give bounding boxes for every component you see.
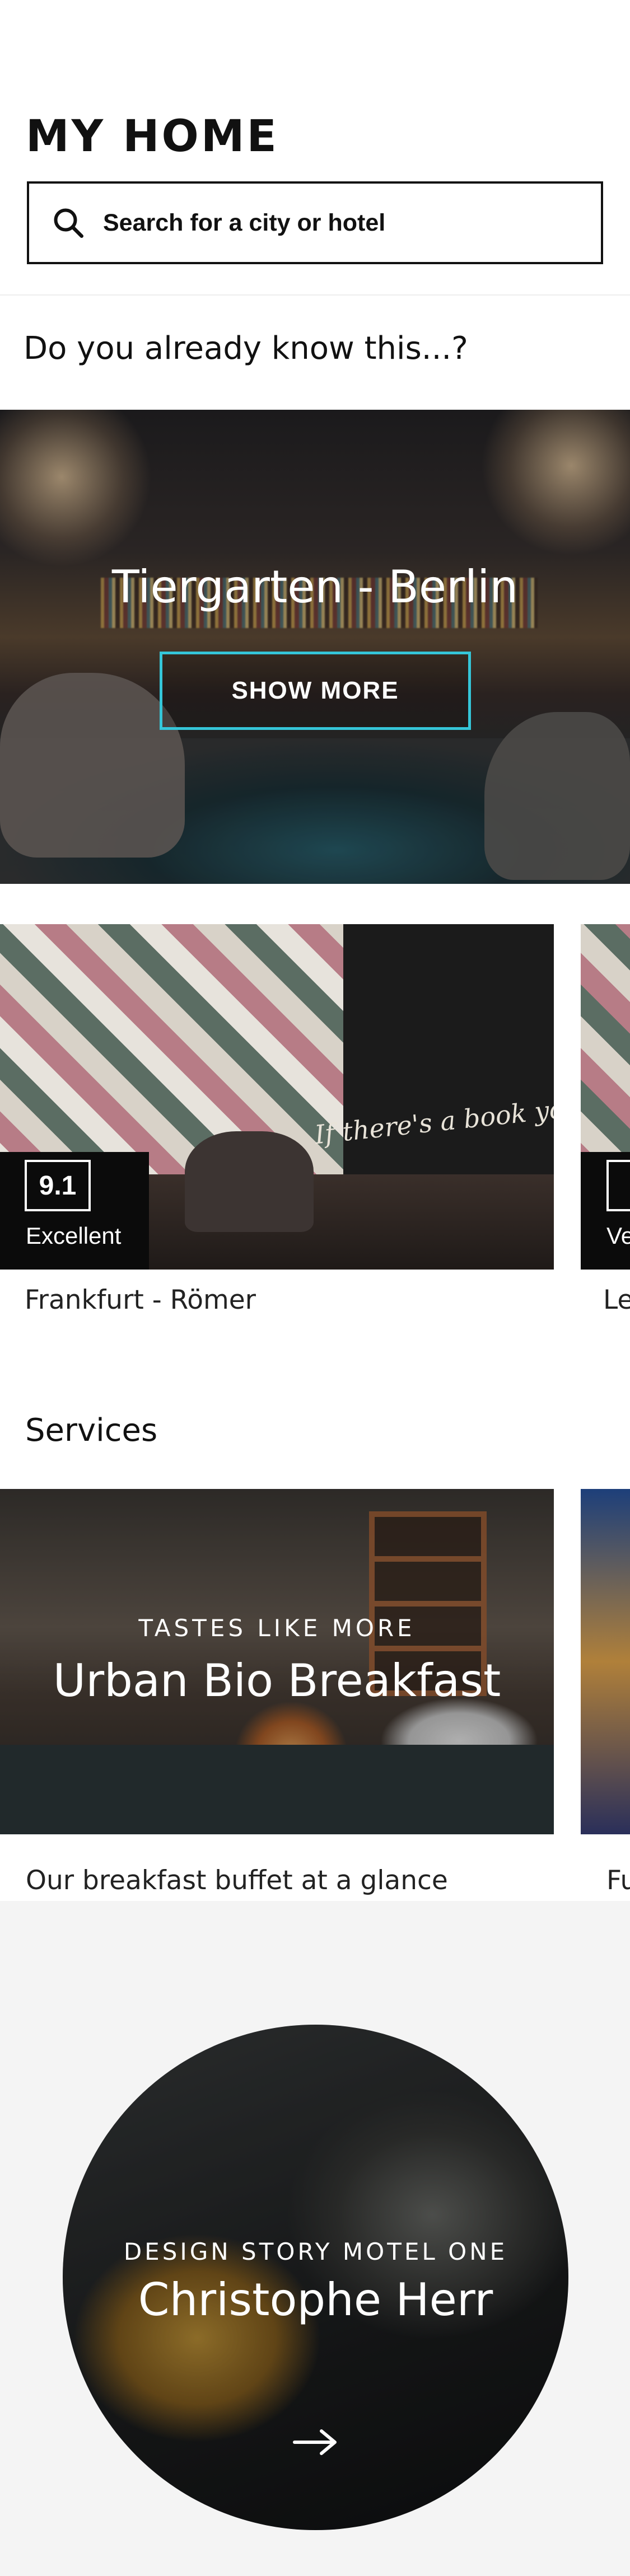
service-caption[interactable]: Fu xyxy=(606,1865,630,1896)
hero-image-chair xyxy=(0,673,185,858)
service-caption[interactable]: Our breakfast buffet at a glance xyxy=(26,1865,448,1896)
rating-label: Excellent xyxy=(26,1223,122,1249)
story-kicker: DESIGN STORY MOTEL ONE xyxy=(123,2238,508,2265)
hotel-image-sofa xyxy=(185,1131,314,1232)
hotel-image-sign: If there's a book you really want xyxy=(313,1076,554,1150)
story-title: Christophe Herr xyxy=(138,2274,493,2326)
service-card[interactable]: TASTES LIKE MORE Urban Bio Breakfast xyxy=(0,1489,554,1834)
show-more-button[interactable]: SHOW MORE xyxy=(160,652,471,730)
discover-section-title: Do you already know this...? xyxy=(24,330,468,367)
hotel-card[interactable]: 9 Ve xyxy=(581,924,630,1270)
search-input[interactable] xyxy=(103,209,585,237)
hero-title: Tiergarten - Berlin xyxy=(111,561,519,613)
design-story-section: DESIGN STORY MOTEL ONE Christophe Herr xyxy=(0,1901,630,2576)
arrow-right-icon[interactable] xyxy=(290,2425,340,2459)
search-icon xyxy=(54,208,83,238)
services-section-title: Services xyxy=(25,1412,158,1449)
hotel-name[interactable]: Frankfurt - Römer xyxy=(25,1285,256,1315)
search-bar[interactable] xyxy=(27,181,603,264)
hotel-card[interactable]: If there's a book you really want 9.1 Ex… xyxy=(0,924,554,1270)
design-story-card[interactable]: DESIGN STORY MOTEL ONE Christophe Herr xyxy=(63,2025,568,2530)
hotel-name[interactable]: Le xyxy=(603,1285,630,1315)
rating-score: 9.1 xyxy=(25,1160,91,1211)
rating-label: Ve xyxy=(606,1223,630,1249)
header: MY HOME xyxy=(0,0,630,296)
rating-badge: 9.1 Excellent xyxy=(0,1152,149,1270)
service-title: Urban Bio Breakfast xyxy=(53,1655,501,1707)
rating-badge: 9 Ve xyxy=(581,1152,630,1270)
hero-banner[interactable]: Tiergarten - Berlin SHOW MORE xyxy=(0,410,630,884)
logo[interactable]: MY HOME xyxy=(26,115,279,158)
rating-score: 9 xyxy=(606,1160,630,1211)
service-kicker: TASTES LIKE MORE xyxy=(138,1614,416,1642)
service-card[interactable] xyxy=(581,1489,630,1834)
hero-image-chair xyxy=(484,712,630,880)
